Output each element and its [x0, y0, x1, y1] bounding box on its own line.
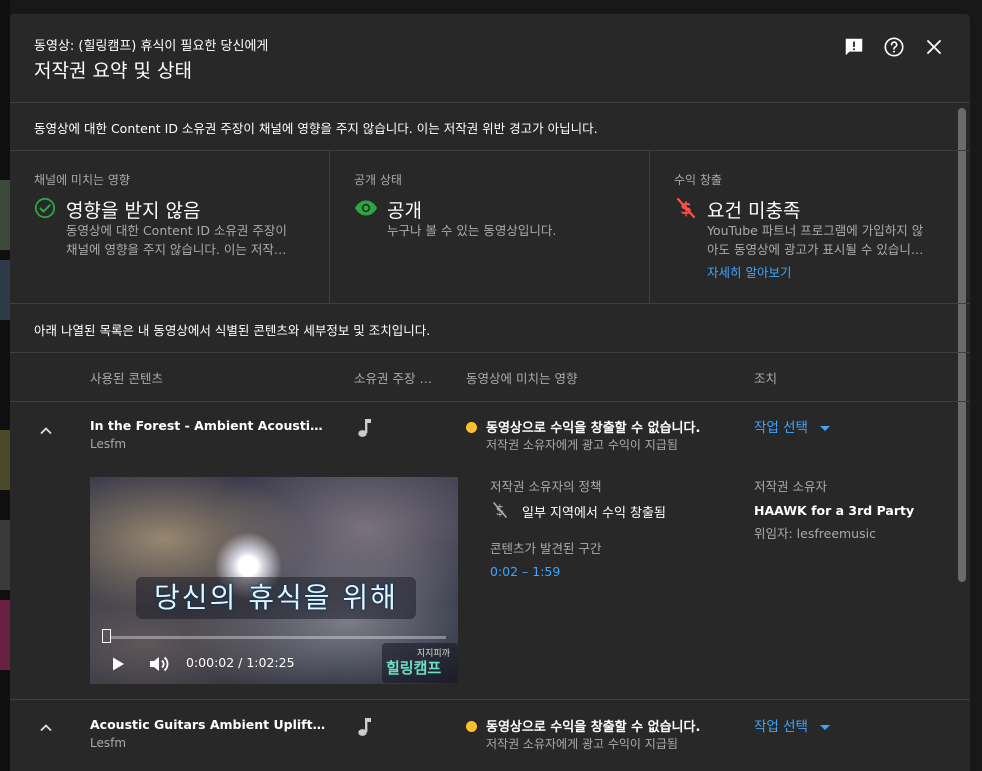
content-artist: Lesfm [90, 437, 127, 451]
money-off-icon: $ [676, 197, 696, 223]
video-preview[interactable]: 당신의 휴식을 위해 0:00:02 / 1:02:25 지지피까 힐링캠프 [90, 477, 458, 684]
visibility-desc: 누구나 볼 수 있는 동영상입니다. [387, 223, 557, 238]
column-header-content[interactable]: 사용된 콘텐츠 [90, 368, 163, 387]
impact-main: 동영상으로 수익을 창출할 수 없습니다. [486, 720, 701, 735]
help-icon[interactable] [881, 34, 907, 60]
content-artist: Lesfm [90, 736, 127, 750]
visibility-title: 공개 [387, 200, 422, 222]
column-header-impact[interactable]: 동영상에 미치는 영향 [466, 368, 577, 387]
claim-notice: 동영상에 대한 Content ID 소유권 주장이 채널에 영향을 주지 않습… [34, 121, 598, 136]
dialog-header: 동영상: (힐링캠프) 휴식이 필요한 당신에게 저작권 요약 및 상태 [10, 14, 970, 103]
visibility-label: 공개 상태 [354, 173, 402, 187]
monetization-title: 요건 미충족 [707, 200, 801, 222]
feedback-icon[interactable] [841, 34, 867, 60]
impact-sub: 저작권 소유자에게 광고 수익이 지급됨 [486, 737, 678, 751]
video-scrub-handle[interactable] [102, 629, 111, 643]
card-divider [329, 151, 330, 303]
video-progress-bar[interactable] [104, 636, 446, 639]
policy-text: 일부 지역에서 수익 창출됨 [522, 506, 666, 521]
channel-impact-desc: 동영상에 대한 Content ID 소유권 주장이 채널에 영향을 주지 않습… [66, 221, 306, 259]
caret-down-icon [819, 724, 830, 730]
check-circle-icon [34, 197, 56, 223]
policy-label: 저작권 소유자의 정책 [490, 479, 602, 494]
monetization-desc: YouTube 파트너 프로그램에 가입하지 않 아도 동영상에 광고가 표시될… [707, 221, 947, 282]
content-title[interactable]: In the Forest - Ambient Acoustic Guitar… [90, 418, 326, 433]
owner-name: HAAWK for a 3rd Party [754, 503, 915, 518]
volume-icon[interactable] [148, 654, 170, 678]
channel-impact-title: 영향을 받지 않음 [66, 200, 201, 222]
logo-main-text: 힐링캠프 [386, 659, 442, 677]
learn-more-link[interactable]: 자세히 알아보기 [707, 263, 947, 282]
play-icon[interactable] [110, 656, 126, 676]
owner-delegate: 위임자: lesfreemusic [754, 526, 876, 541]
dialog-title: 저작권 요약 및 상태 [34, 60, 192, 82]
segment-link[interactable]: 0:02 – 1:59 [490, 564, 560, 579]
background-page-strip [0, 0, 10, 771]
chevron-up-icon[interactable] [36, 718, 56, 738]
warning-dot [466, 422, 477, 433]
caret-down-icon [819, 425, 830, 431]
select-action-button[interactable]: 작업 선택 [754, 715, 830, 735]
close-icon[interactable] [921, 34, 947, 60]
money-off-icon: $ [492, 501, 508, 523]
column-header-action[interactable]: 조치 [754, 368, 777, 387]
dialog-content: 동영상에 대한 Content ID 소유권 주장이 채널에 영향을 주지 않습… [10, 103, 970, 771]
channel-impact-desc-line: 채널에 영향을 주지 않습니다. 이는 저작… [66, 242, 287, 257]
copyright-dialog: 동영상: (힐링캠프) 휴식이 필요한 당신에게 저작권 요약 및 상태 동영상… [10, 14, 970, 771]
column-header-claim[interactable]: 소유권 주장 … [354, 368, 432, 387]
divider [10, 401, 970, 402]
card-divider [649, 151, 650, 303]
chevron-up-icon[interactable] [36, 421, 56, 441]
impact-sub: 저작권 소유자에게 광고 수익이 지급됨 [486, 438, 678, 452]
music-note-icon [356, 716, 372, 742]
owner-label: 저작권 소유자 [754, 479, 827, 494]
select-action-button[interactable]: 작업 선택 [754, 416, 830, 436]
select-action-label: 작업 선택 [754, 719, 808, 735]
divider [10, 699, 970, 700]
channel-logo-watermark: 지지피까 힐링캠프 [382, 643, 458, 683]
impact-main: 동영상으로 수익을 창출할 수 없습니다. [486, 421, 701, 436]
video-time: 0:00:02 / 1:02:25 [186, 655, 295, 670]
channel-impact-label: 채널에 미치는 영향 [34, 173, 130, 187]
video-subtitle: 동영상: (힐링캠프) 휴식이 필요한 당신에게 [34, 39, 269, 54]
divider [10, 303, 970, 304]
monetization-desc-line: YouTube 파트너 프로그램에 가입하지 않 [707, 223, 924, 238]
channel-impact-desc-line: 동영상에 대한 Content ID 소유권 주장이 [66, 223, 287, 238]
warning-dot [466, 721, 477, 732]
divider [10, 352, 970, 353]
select-action-label: 작업 선택 [754, 420, 808, 436]
content-list-intro: 아래 나열된 목록은 내 동영상에서 식별된 콘텐츠와 세부정보 및 조치입니다… [34, 323, 431, 338]
monetization-desc-line: 아도 동영상에 광고가 표시될 수 있습니… [707, 242, 924, 257]
video-caption: 당신의 휴식을 위해 [136, 577, 416, 619]
segment-label: 콘텐츠가 발견된 구간 [490, 541, 602, 556]
monetization-label: 수익 창출 [674, 173, 722, 187]
music-note-icon [356, 417, 372, 443]
content-title[interactable]: Acoustic Guitars Ambient Uplifting [90, 717, 326, 732]
eye-icon [354, 199, 378, 221]
divider [10, 150, 970, 151]
